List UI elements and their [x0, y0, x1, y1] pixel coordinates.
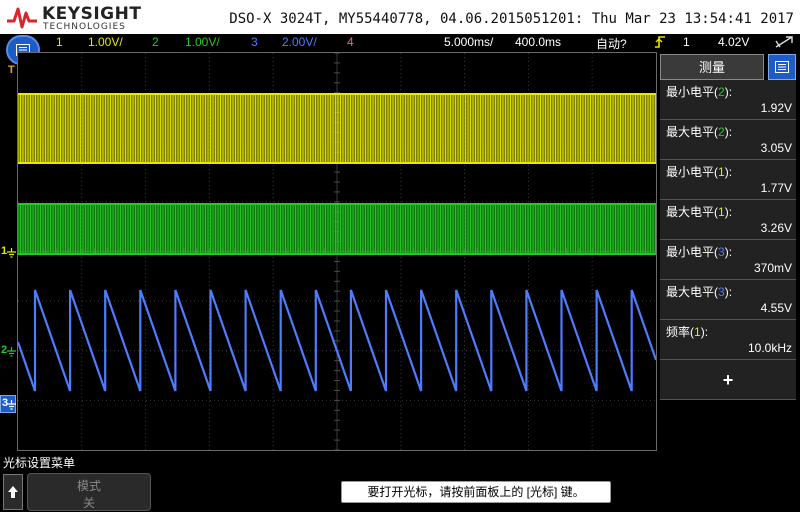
brand-subtitle: TECHNOLOGIES: [43, 22, 126, 32]
measurement-name: 最大电平: [666, 285, 715, 299]
header-bar: KEYSIGHT TECHNOLOGIES DSO-X 3024T, MY554…: [0, 0, 800, 34]
measurement-label: 最小电平(1):: [666, 165, 733, 179]
ch3-scale[interactable]: 2.00V/: [282, 35, 317, 49]
mode-softkey[interactable]: 模式 关: [27, 473, 151, 511]
status-message: 要打开光标，请按前面板上的 [光标] 键。: [341, 481, 611, 503]
measurement-value: 3.26V: [760, 221, 792, 235]
ch3-ground-marker[interactable]: 3: [0, 395, 16, 413]
measurement-name: 最大电平: [666, 205, 715, 219]
measurement-item[interactable]: 最大电平(1): 3.26V: [660, 200, 796, 240]
measurement-value: 4.55V: [760, 301, 792, 315]
measurement-value: 3.05V: [760, 141, 792, 155]
measurement-label: 最小电平(2):: [666, 85, 733, 99]
measurement-channel: 1: [718, 165, 725, 179]
measurement-channel: 3: [718, 245, 725, 259]
measurement-value: 10.0kHz: [747, 341, 792, 355]
measurement-item[interactable]: 最小电平(3): 370mV: [660, 240, 796, 280]
measurement-channel: 2: [718, 85, 725, 99]
panel-menu-button[interactable]: [768, 54, 796, 80]
measurement-item[interactable]: 最小电平(1): 1.77V: [660, 160, 796, 200]
trigger-edge-icon: [654, 35, 666, 52]
measurement-value: 370mV: [753, 261, 792, 275]
trigger-time-marker: T: [8, 64, 15, 76]
measurement-label: 最大电平(1):: [666, 205, 733, 219]
ch3-number[interactable]: 3: [251, 35, 258, 49]
brand-name: KEYSIGHT: [42, 4, 142, 24]
waveform-display[interactable]: [17, 52, 657, 451]
measurement-value: 1.77V: [760, 181, 792, 195]
measurement-channel: 3: [718, 285, 725, 299]
channel-bar: 1 1.00V/ 2 1.00V/ 3 2.00V/ 4 5.000ms/ 40…: [0, 34, 800, 51]
timebase[interactable]: 5.000ms/: [444, 35, 493, 49]
measurement-label: 频率(1):: [666, 325, 709, 339]
measurement-name: 最小电平: [666, 245, 715, 259]
waveform-graticule: [18, 53, 656, 450]
measurement-label: 最大电平(3):: [666, 285, 733, 299]
trigger-level[interactable]: 4.02V: [718, 35, 749, 49]
softkey-menu: 光标设置菜单 模式 关 要打开光标，请按前面板上的 [光标] 键。: [0, 452, 800, 512]
measurement-channel: 2: [718, 125, 725, 139]
menu-icon: [775, 61, 789, 73]
measurement-name: 最大电平: [666, 125, 715, 139]
softkey-value: 关: [82, 496, 95, 510]
delay[interactable]: 400.0ms: [515, 35, 561, 49]
trigger-mode[interactable]: 自动?: [596, 35, 627, 52]
measurement-label: 最大电平(2):: [666, 125, 733, 139]
tab-measure[interactable]: 测量: [660, 54, 764, 80]
measurement-name: 频率: [666, 325, 691, 339]
measurement-value: 1.92V: [760, 101, 792, 115]
keysight-logo: KEYSIGHT TECHNOLOGIES: [6, 3, 146, 32]
ch1-number[interactable]: 1: [56, 35, 63, 49]
measurement-label: 最小电平(3):: [666, 245, 733, 259]
ch1-ground-marker[interactable]: 1: [0, 245, 16, 259]
measurement-channel: 1: [718, 205, 725, 219]
menu-title: 光标设置菜单: [3, 456, 76, 470]
measurement-item[interactable]: 最大电平(3): 4.55V: [660, 280, 796, 320]
ch2-ground-marker[interactable]: 2: [0, 344, 16, 358]
trigger-source[interactable]: 1: [683, 35, 690, 49]
add-measurement-button[interactable]: +: [660, 360, 796, 400]
measurement-channel: 1: [694, 325, 701, 339]
arrow-up-icon: [8, 486, 18, 498]
measurement-name: 最小电平: [666, 85, 715, 99]
measurement-item[interactable]: 频率(1): 10.0kHz: [660, 320, 796, 360]
measurement-panel: 测量 最小电平(2): 1.92V 最大电平(2): 3.05V 最小电平(1)…: [660, 54, 796, 452]
keysight-wave-icon: [7, 7, 37, 29]
ch1-scale[interactable]: 1.00V/: [88, 35, 123, 49]
measurement-item[interactable]: 最大电平(2): 3.05V: [660, 120, 796, 160]
instrument-title: DSO-X 3024T, MY55440778, 04.06.201505120…: [229, 11, 794, 27]
ch2-number[interactable]: 2: [152, 35, 159, 49]
measurement-name: 最小电平: [666, 165, 715, 179]
ch4-number[interactable]: 4: [347, 35, 354, 49]
ch2-scale[interactable]: 1.00V/: [185, 35, 220, 49]
connection-icon: [774, 35, 794, 52]
menu-up-button[interactable]: [3, 474, 23, 510]
measurement-item[interactable]: 最小电平(2): 1.92V: [660, 80, 796, 120]
softkey-title: 模式: [76, 479, 101, 493]
